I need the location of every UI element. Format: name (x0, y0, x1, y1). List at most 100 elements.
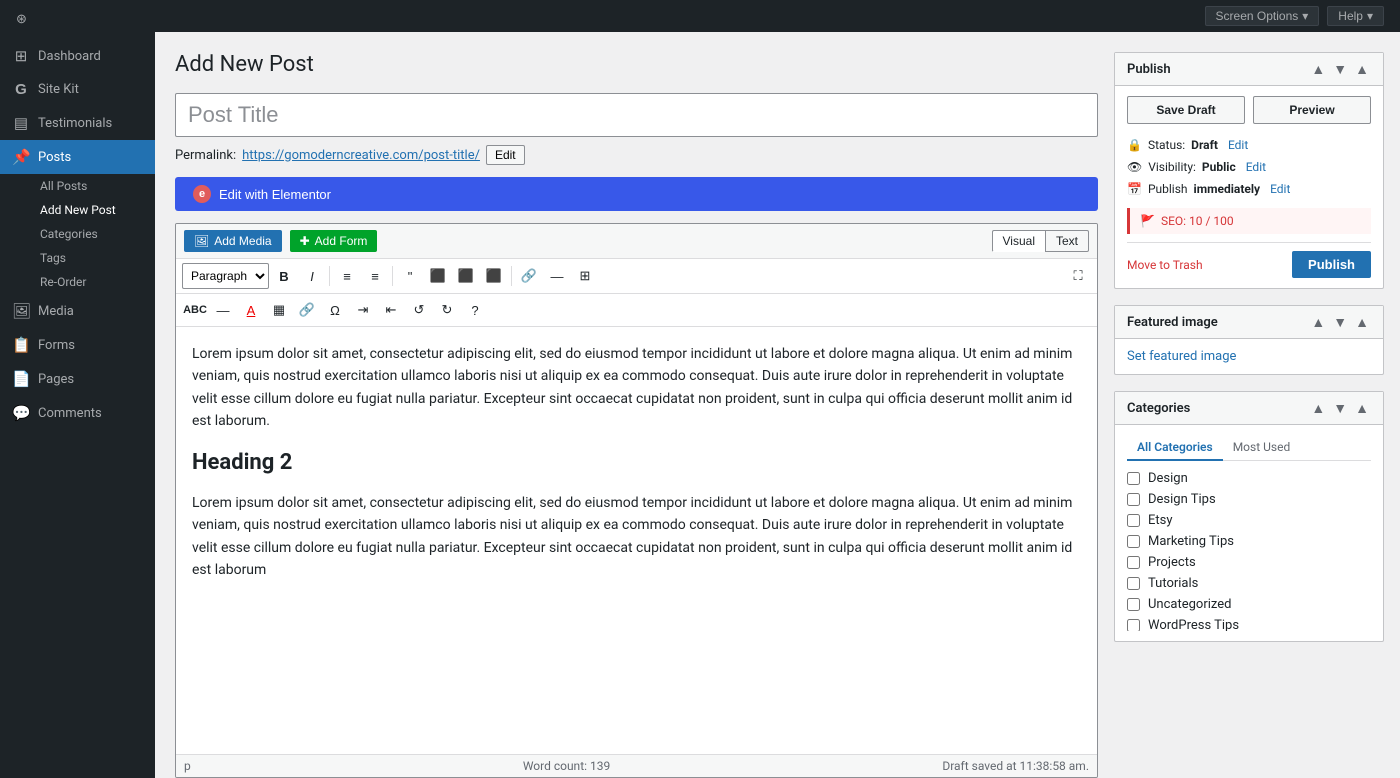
visibility-edit-link[interactable]: Edit (1246, 160, 1266, 174)
paste-text-button[interactable]: ▦ (266, 297, 292, 323)
categories-collapse-up-button[interactable]: ▲ (1309, 400, 1327, 416)
category-item[interactable]: Etsy (1127, 513, 1371, 528)
category-checkbox[interactable] (1127, 493, 1140, 506)
featured-image-body: Set featured image (1115, 339, 1383, 374)
category-item[interactable]: Projects (1127, 555, 1371, 570)
seo-icon: 🚩 (1140, 214, 1155, 228)
editor-body[interactable]: Lorem ipsum dolor sit amet, consectetur … (176, 327, 1097, 754)
draft-saved-status: Draft saved at 11:38:58 am. (942, 759, 1089, 773)
category-checkbox[interactable] (1127, 556, 1140, 569)
schedule-icon: 📅 (1127, 182, 1142, 196)
set-featured-image-link[interactable]: Set featured image (1127, 349, 1236, 364)
category-item[interactable]: Design Tips (1127, 492, 1371, 507)
sidebar-item-sitekit[interactable]: G Site Kit (0, 73, 155, 106)
featured-collapse-up-button[interactable]: ▲ (1309, 314, 1327, 330)
sidebar-item-forms[interactable]: 📋 Forms (0, 328, 155, 362)
add-form-button[interactable]: ✚ Add Form (290, 230, 378, 252)
publish-collapse-down-button[interactable]: ▼ (1331, 61, 1349, 77)
sidebar-subitem-tags[interactable]: Tags (32, 246, 155, 270)
add-media-button[interactable]: 🖼 Add Media (184, 230, 282, 252)
horizontal-rule-button[interactable]: — (210, 297, 236, 323)
help-editor-button[interactable]: ? (462, 297, 488, 323)
category-label: WordPress Tips (1148, 618, 1239, 631)
sidebar-subitem-categories[interactable]: Categories (32, 222, 155, 246)
publish-collapse-up-button[interactable]: ▲ (1309, 61, 1327, 77)
link-button[interactable]: 🔗 (516, 263, 542, 289)
category-checkbox[interactable] (1127, 472, 1140, 485)
sidebar-subitem-reorder[interactable]: Re-Order (32, 270, 155, 294)
sidebar-item-media[interactable]: 🖼 Media (0, 294, 155, 328)
category-checkbox[interactable] (1127, 577, 1140, 590)
help-button[interactable]: Help ▾ (1327, 6, 1384, 26)
editor-footer: p Word count: 139 Draft saved at 11:38:5… (176, 754, 1097, 777)
elementor-edit-button[interactable]: e Edit with Elementor (175, 177, 1098, 211)
category-checkbox[interactable] (1127, 535, 1140, 548)
undo-button[interactable]: ↺ (406, 297, 432, 323)
visibility-value: Public (1202, 160, 1236, 174)
table-button[interactable]: ⊞ (572, 263, 598, 289)
content-area: Add New Post Permalink: https://gomodern… (155, 32, 1400, 778)
fullscreen-button[interactable]: ⛶ (1065, 263, 1091, 289)
outdent-button[interactable]: ⇤ (378, 297, 404, 323)
paragraph-select[interactable]: Paragraph (182, 263, 269, 289)
align-left-button[interactable]: ⬛ (425, 263, 451, 289)
save-draft-button[interactable]: Save Draft (1127, 96, 1245, 124)
align-right-button[interactable]: ⬛ (481, 263, 507, 289)
indent-button[interactable]: ⇥ (350, 297, 376, 323)
unordered-list-button[interactable]: ≡ (334, 263, 360, 289)
clear-format-button[interactable]: 🔗 (294, 297, 320, 323)
sidebar-item-label: Posts (38, 150, 71, 165)
sidebar-item-posts[interactable]: 📌 Posts (0, 140, 155, 174)
sidebar-item-comments[interactable]: 💬 Comments (0, 396, 155, 430)
featured-image-header: Featured image ▲ ▼ ▲ (1115, 306, 1383, 339)
screen-options-button[interactable]: Screen Options ▾ (1205, 6, 1320, 26)
category-item[interactable]: Tutorials (1127, 576, 1371, 591)
add-media-icon: 🖼 (194, 234, 209, 248)
categories-body: All Categories Most Used Design Design Ti… (1115, 425, 1383, 641)
blockquote-button[interactable]: " (397, 263, 423, 289)
category-item[interactable]: WordPress Tips (1127, 618, 1371, 631)
featured-collapse-down-button[interactable]: ▼ (1331, 314, 1349, 330)
redo-button[interactable]: ↻ (434, 297, 460, 323)
sidebar-item-pages[interactable]: 📄 Pages (0, 362, 155, 396)
categories-close-button[interactable]: ▲ (1353, 400, 1371, 416)
tab-most-used[interactable]: Most Used (1223, 435, 1301, 461)
sidebar-subitem-add-new[interactable]: Add New Post (32, 198, 155, 222)
visual-tab[interactable]: Visual (992, 230, 1045, 252)
category-checkbox[interactable] (1127, 514, 1140, 527)
publish-button[interactable]: Publish (1292, 251, 1371, 278)
hr-button[interactable]: — (544, 263, 570, 289)
sidebar-item-testimonials[interactable]: ▤ Testimonials (0, 106, 155, 140)
strikethrough-button[interactable]: ABC (182, 297, 208, 323)
move-to-trash-link[interactable]: Move to Trash (1127, 258, 1203, 272)
text-tab[interactable]: Text (1045, 230, 1089, 252)
publish-value: immediately (1194, 182, 1261, 196)
bold-button[interactable]: B (271, 263, 297, 289)
permalink-url[interactable]: https://gomoderncreative.com/post-title/ (242, 148, 480, 163)
text-color-button[interactable]: A (238, 297, 264, 323)
permalink-edit-button[interactable]: Edit (486, 145, 525, 165)
preview-button[interactable]: Preview (1253, 96, 1371, 124)
publish-schedule-edit-link[interactable]: Edit (1270, 182, 1290, 196)
special-char-button[interactable]: Ω (322, 297, 348, 323)
categories-collapse-down-button[interactable]: ▼ (1331, 400, 1349, 416)
tab-all-categories[interactable]: All Categories (1127, 435, 1223, 461)
sidebar-item-dashboard[interactable]: ⊞ Dashboard (0, 39, 155, 73)
publish-close-button[interactable]: ▲ (1353, 61, 1371, 77)
category-item[interactable]: Uncategorized (1127, 597, 1371, 612)
featured-close-button[interactable]: ▲ (1353, 314, 1371, 330)
categories-title: Categories (1127, 401, 1190, 416)
category-item[interactable]: Marketing Tips (1127, 534, 1371, 549)
status-edit-link[interactable]: Edit (1228, 138, 1248, 152)
seo-label: SEO: 10 / 100 (1161, 214, 1234, 228)
category-checkbox[interactable] (1127, 619, 1140, 631)
post-title-input[interactable] (175, 93, 1098, 137)
align-center-button[interactable]: ⬛ (453, 263, 479, 289)
category-item[interactable]: Design (1127, 471, 1371, 486)
sidebar-subitem-all-posts[interactable]: All Posts (32, 174, 155, 198)
category-checkbox[interactable] (1127, 598, 1140, 611)
elementor-icon: e (193, 185, 211, 203)
ordered-list-button[interactable]: ≡ (362, 263, 388, 289)
toolbar-divider (329, 266, 330, 286)
italic-button[interactable]: I (299, 263, 325, 289)
